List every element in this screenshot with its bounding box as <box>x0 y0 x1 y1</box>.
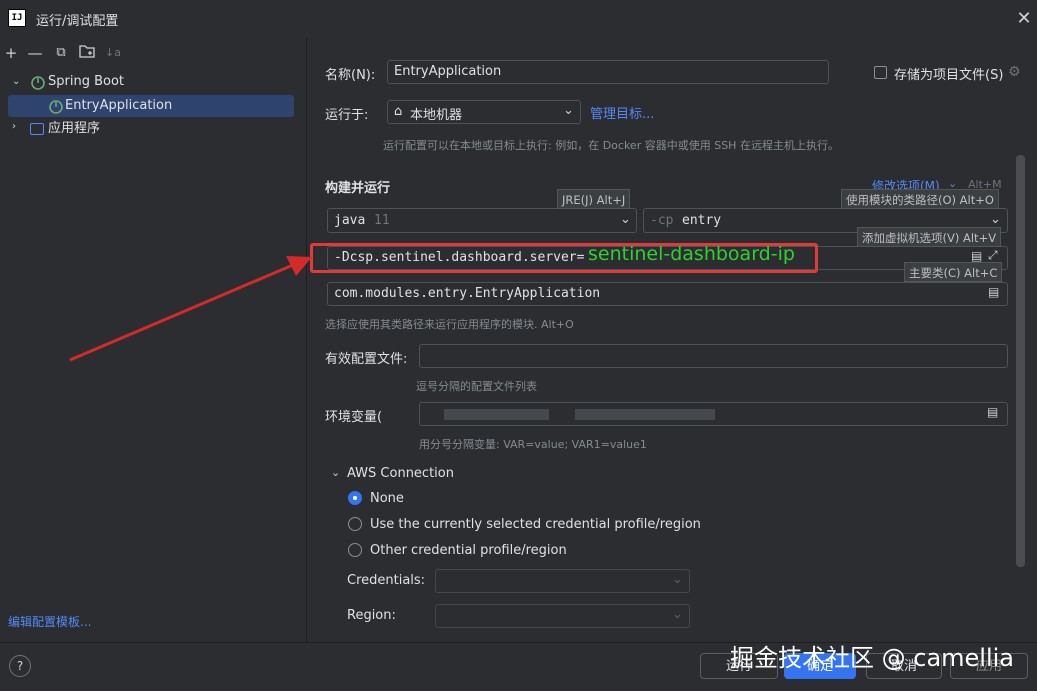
cp-prefix: -cp <box>650 213 674 228</box>
blurred-value <box>575 409 715 420</box>
browse-icon[interactable]: ▤ <box>988 285 999 299</box>
highlight-box <box>310 243 818 273</box>
chevron-right-icon[interactable]: › <box>12 121 16 132</box>
sort-icon[interactable]: ↓a <box>104 44 122 62</box>
active-profiles-label: 有效配置文件: <box>325 352 408 367</box>
annotation-arrow <box>60 230 320 370</box>
blurred-value <box>444 409 549 420</box>
run-on-hint: 运行配置可以在本地或目标上执行: 例如，在 Docker 容器中或使用 SSH … <box>383 139 839 152</box>
active-profiles-hint: 逗号分隔的配置文件列表 <box>416 380 537 393</box>
close-icon[interactable]: ✕ <box>1014 8 1034 29</box>
vertical-scrollbar[interactable] <box>1016 155 1025 567</box>
window-title: 运行/调试配置 <box>36 14 119 29</box>
build-run-heading: 构建并运行 <box>325 181 391 196</box>
jre-select[interactable]: java 11 ⌄ <box>327 208 637 233</box>
module-classpath-tooltip: 使用模块的类路径(O) Alt+O <box>841 189 999 209</box>
name-label: 名称(N): <box>325 68 376 83</box>
main-class-tooltip: 主要类(C) Alt+C <box>904 262 1003 282</box>
name-field[interactable]: EntryApplication <box>387 60 829 84</box>
aws-option-none: None <box>370 491 404 506</box>
run-on-select[interactable]: ⌂ 本地机器 ⌄ <box>387 100 581 124</box>
expand-text-icon[interactable]: ▤ <box>971 249 982 263</box>
application-icon <box>30 123 44 135</box>
store-as-project-file-checkbox[interactable] <box>874 66 887 79</box>
tree-item-spring-boot[interactable]: Spring Boot <box>48 71 124 93</box>
edit-templates-link[interactable]: 编辑配置模板... <box>8 613 91 630</box>
region-label: Region: <box>347 608 396 623</box>
env-vars-field[interactable]: ▤ <box>419 402 1008 426</box>
tree-item-applications[interactable]: 应用程序 <box>48 118 100 140</box>
help-icon[interactable]: ? <box>9 655 31 677</box>
main-class-hint: 选择应使用其类路径来运行应用程序的模块. Alt+O <box>325 318 574 331</box>
title-bar: IJ 运行/调试配置 ✕ <box>0 0 1037 38</box>
aws-option-other-profile: Other credential profile/region <box>370 543 567 558</box>
copy-icon[interactable]: ⧉ <box>52 44 70 62</box>
main-class-value: com.modules.entry.EntryApplication <box>334 286 601 301</box>
chevron-down-icon: ⌄ <box>672 572 683 587</box>
region-select[interactable]: ⌄ <box>435 604 690 628</box>
browse-icon[interactable]: ▤ <box>987 405 998 419</box>
env-vars-hint: 用分号分隔变量: VAR=value; VAR1=value1 <box>419 438 647 451</box>
expand-arrow-icon[interactable]: ⤢ <box>988 248 998 263</box>
gear-icon[interactable]: ⚙ <box>1008 64 1021 80</box>
home-icon: ⌂ <box>394 104 403 119</box>
aws-radio-current-profile[interactable] <box>348 517 362 531</box>
chevron-down-icon[interactable]: ⌄ <box>12 76 20 87</box>
run-on-label: 运行于: <box>325 108 369 123</box>
name-field-value: EntryApplication <box>394 64 502 79</box>
add-icon[interactable]: + <box>2 44 20 62</box>
cp-value: entry <box>682 213 722 228</box>
active-profiles-field[interactable] <box>419 344 1008 368</box>
credentials-label: Credentials: <box>347 573 426 588</box>
env-vars-label: 环境变量( <box>325 410 383 425</box>
aws-option-current-profile: Use the currently selected credential pr… <box>370 517 701 532</box>
intellij-logo-icon: IJ <box>8 9 26 27</box>
chevron-down-icon: ⌄ <box>563 103 574 118</box>
run-on-value: 本地机器 <box>410 108 463 123</box>
aws-connection-heading: AWS Connection <box>347 466 454 481</box>
manage-targets-link[interactable]: 管理目标... <box>590 103 654 122</box>
spring-boot-run-icon <box>48 99 64 115</box>
spring-boot-icon <box>30 75 46 91</box>
jre-version: 11 <box>374 213 390 228</box>
credentials-select[interactable]: ⌄ <box>435 569 690 593</box>
vm-options-tooltip: 添加虚拟机选项(V) Alt+V <box>857 227 1002 247</box>
watermark: 掘金技术社区 @ camellia <box>730 644 1015 672</box>
jre-tooltip: JRE(J) Alt+J <box>557 189 631 209</box>
chevron-down-icon: ⌄ <box>990 212 1001 227</box>
chevron-down-icon[interactable]: ⌄ <box>331 466 340 479</box>
chevron-down-icon: ⌄ <box>672 607 683 622</box>
aws-radio-other-profile[interactable] <box>348 543 362 557</box>
chevron-down-icon: ⌄ <box>620 212 631 227</box>
tree-item-entry-application[interactable]: EntryApplication <box>65 95 172 117</box>
jre-value: java <box>334 213 366 228</box>
remove-icon[interactable]: — <box>26 44 44 62</box>
new-folder-icon[interactable] <box>78 44 96 62</box>
aws-radio-none[interactable] <box>348 491 362 505</box>
main-class-field[interactable]: com.modules.entry.EntryApplication ▤ <box>327 282 1008 306</box>
store-as-project-file-label: 存储为项目文件(S) <box>894 68 1004 83</box>
